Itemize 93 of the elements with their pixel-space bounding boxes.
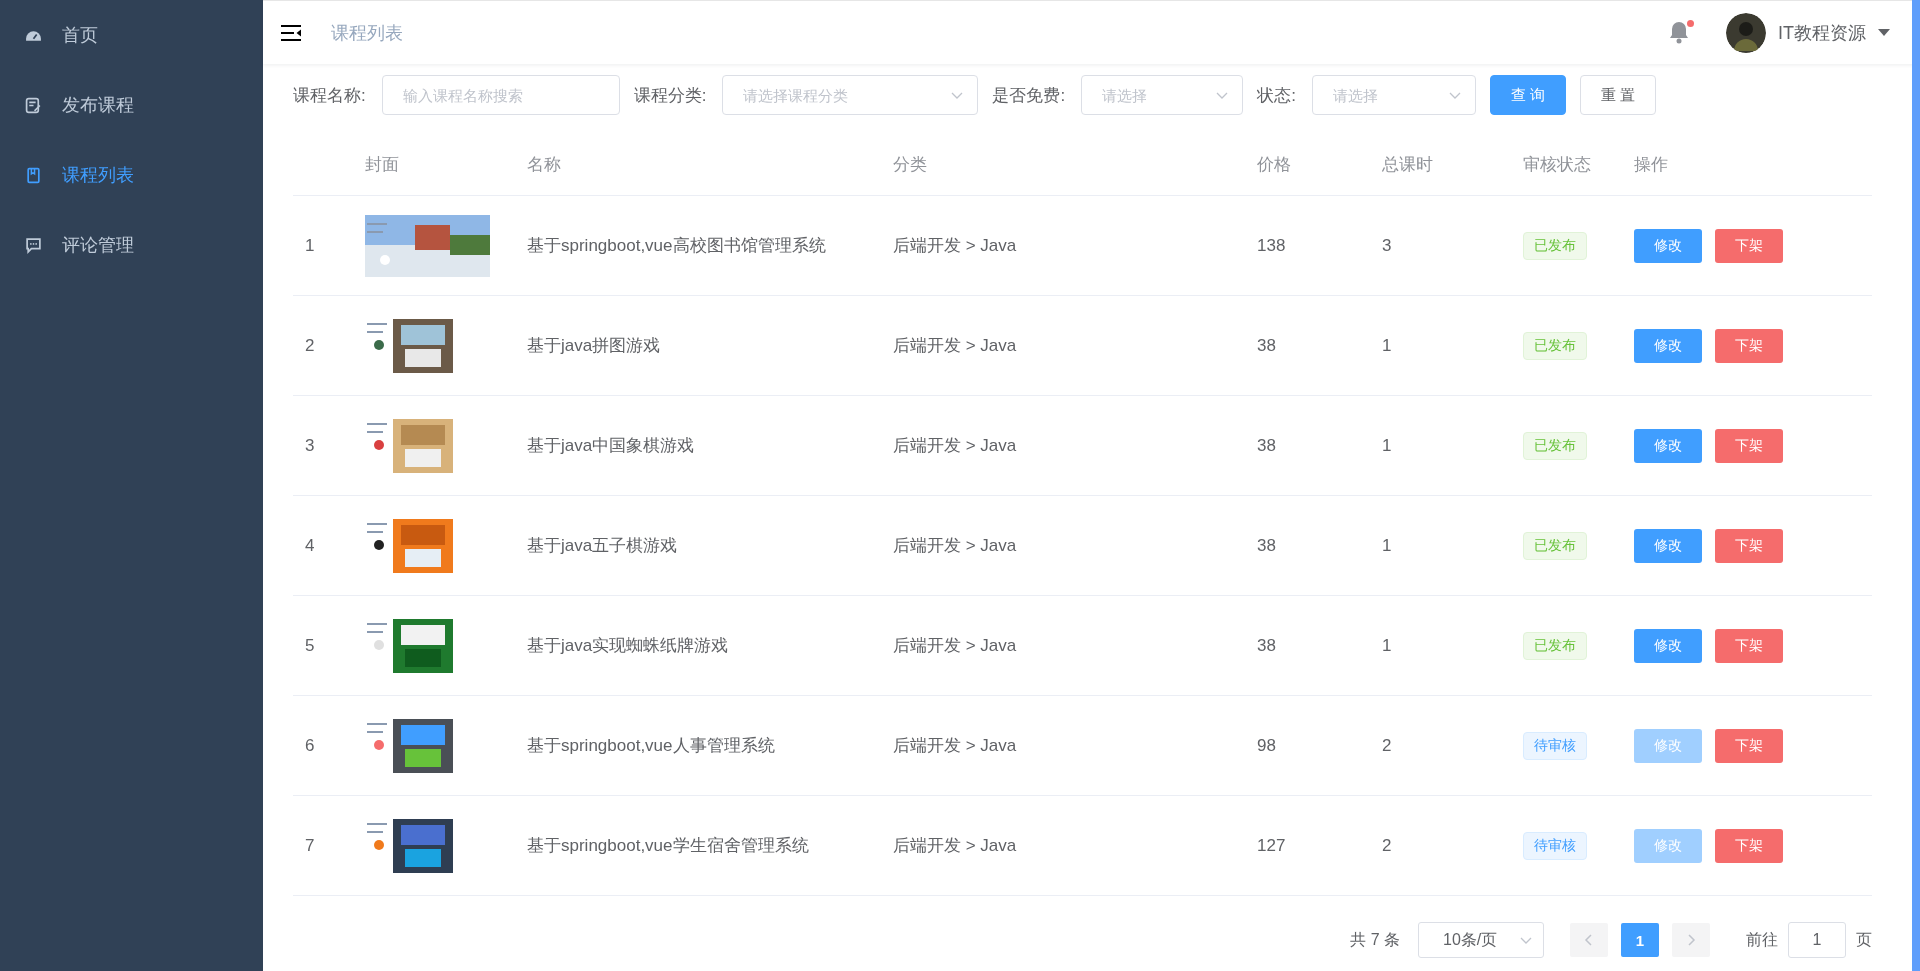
edit-button[interactable]: 修改 — [1634, 428, 1702, 463]
avatar[interactable] — [1726, 12, 1766, 53]
take-down-button[interactable]: 下架 — [1715, 328, 1783, 363]
table-cell-text: 3 — [1382, 235, 1393, 256]
page-input[interactable]: 1 — [1788, 922, 1846, 958]
table-cell-text: 38 — [1257, 635, 1277, 656]
table-cell-text: 后端开发 > Java — [893, 835, 1018, 857]
table-cell-text: 后端开发 > Java — [893, 435, 1018, 457]
take-down-button[interactable]: 下架 — [1715, 628, 1783, 663]
table-cell-text: 后端开发 > Java — [893, 335, 1018, 357]
table-cell-text: 基于java中国象棋游戏 — [527, 435, 696, 457]
table-cell-text: 2 — [1382, 735, 1393, 756]
row-number: 4 — [304, 535, 316, 556]
take-down-button[interactable]: 下架 — [1715, 728, 1783, 763]
scrollbar[interactable] — [1912, 0, 1920, 971]
page-suffix: 页 — [1856, 929, 1872, 950]
menu-fold-icon[interactable] — [281, 24, 301, 41]
table-cell-text: 1 — [1382, 635, 1393, 656]
bell-icon[interactable] — [1668, 19, 1690, 44]
table-cell-text: 1 — [1382, 435, 1393, 456]
edit-button[interactable]: 修改 — [1634, 528, 1702, 563]
sidebar-item[interactable]: 评论管理 — [0, 210, 263, 280]
book-icon — [25, 166, 42, 184]
table-cell-text: 38 — [1257, 435, 1277, 456]
filter-label: 课程分类: — [633, 84, 707, 107]
table-cell-text: 基于java实现蜘蛛纸牌游戏 — [527, 635, 730, 657]
status-tag: 已发布 — [1523, 231, 1587, 260]
column-header: 分类 — [893, 154, 928, 176]
column-header: 审核状态 — [1523, 154, 1592, 176]
row-number: 6 — [304, 735, 316, 756]
table-cell-text: 127 — [1257, 835, 1287, 856]
select-field[interactable]: 请选择 — [1081, 75, 1244, 115]
table-cell-text: 基于springboot,vue学生宿舍管理系统 — [527, 835, 810, 857]
select-field[interactable]: 请选择课程分类 — [722, 75, 979, 115]
filter-label: 课程名称: — [293, 84, 366, 107]
page-size-select[interactable]: 10条/页 — [1418, 922, 1544, 958]
caret-down-icon[interactable] — [1878, 28, 1890, 37]
column-header: 封面 — [365, 154, 400, 176]
row-number: 5 — [304, 635, 316, 656]
sidebar-item[interactable]: 首页 — [0, 0, 263, 70]
table-cell-text: 后端开发 > Java — [893, 535, 1018, 557]
table-cell-text: 基于springboot,vue高校图书馆管理系统 — [527, 235, 827, 257]
table-cell-text: 2 — [1382, 835, 1393, 856]
goto-label: 前往 — [1746, 929, 1778, 950]
status-tag: 待审核 — [1523, 831, 1587, 860]
row-number: 1 — [304, 235, 316, 256]
table-cell-text: 基于springboot,vue人事管理系统 — [527, 735, 776, 757]
table-cell-text: 38 — [1257, 335, 1277, 356]
table-cell-text: 138 — [1257, 235, 1287, 256]
take-down-button[interactable]: 下架 — [1715, 228, 1783, 263]
table-cell-text: 98 — [1257, 735, 1277, 756]
row-number: 2 — [304, 335, 316, 356]
search-button[interactable]: 查 询 — [1489, 75, 1567, 115]
status-tag: 已发布 — [1523, 631, 1587, 660]
breadcrumb: 课程列表 — [331, 21, 403, 45]
reset-button[interactable]: 重 置 — [1580, 75, 1657, 115]
status-tag: 已发布 — [1523, 531, 1587, 560]
column-header: 名称 — [527, 154, 562, 176]
table-cell-text: 基于java五子棋游戏 — [527, 535, 679, 557]
table-cell-text: 1 — [1382, 335, 1393, 356]
table-cell-text: 38 — [1257, 535, 1277, 556]
filter-label: 状态: — [1257, 84, 1296, 107]
take-down-button[interactable]: 下架 — [1715, 428, 1783, 463]
column-header: 总课时 — [1382, 154, 1434, 176]
chevron-right-icon — [1686, 933, 1696, 947]
row-number: 3 — [304, 435, 316, 456]
table-cell-text: 基于java拼图游戏 — [527, 335, 662, 357]
row-number: 7 — [304, 835, 316, 856]
take-down-button[interactable]: 下架 — [1715, 528, 1783, 563]
table-cell-text: 后端开发 > Java — [893, 235, 1018, 257]
edit-button[interactable]: 修改 — [1634, 628, 1702, 663]
table-cell-text: 后端开发 > Java — [893, 735, 1018, 757]
column-header: 操作 — [1634, 154, 1669, 176]
status-tag: 已发布 — [1523, 431, 1587, 460]
chevron-left-icon — [1584, 933, 1594, 947]
sidebar-item[interactable]: 课程列表 — [0, 140, 263, 210]
total-count: 共 7 条 — [1350, 929, 1400, 950]
sidebar-item[interactable]: 发布课程 — [0, 70, 263, 140]
table-cell-text: 后端开发 > Java — [893, 635, 1018, 657]
edit-button[interactable]: 修改 — [1634, 328, 1702, 363]
user-name[interactable]: IT教程资源 — [1778, 20, 1866, 45]
column-header: 价格 — [1257, 154, 1292, 176]
chat-icon — [25, 236, 42, 254]
take-down-button[interactable]: 下架 — [1715, 828, 1783, 863]
edit-icon — [25, 96, 42, 114]
search-field[interactable]: 输入课程名称搜索 — [381, 75, 620, 115]
status-tag: 已发布 — [1523, 331, 1587, 360]
status-tag: 待审核 — [1523, 731, 1587, 760]
table-cell-text: 1 — [1382, 535, 1393, 556]
page-button[interactable]: 1 — [1621, 923, 1659, 957]
edit-button[interactable]: 修改 — [1634, 228, 1702, 263]
filter-label: 是否免费: — [992, 84, 1066, 107]
select-field[interactable]: 请选择 — [1311, 75, 1476, 115]
